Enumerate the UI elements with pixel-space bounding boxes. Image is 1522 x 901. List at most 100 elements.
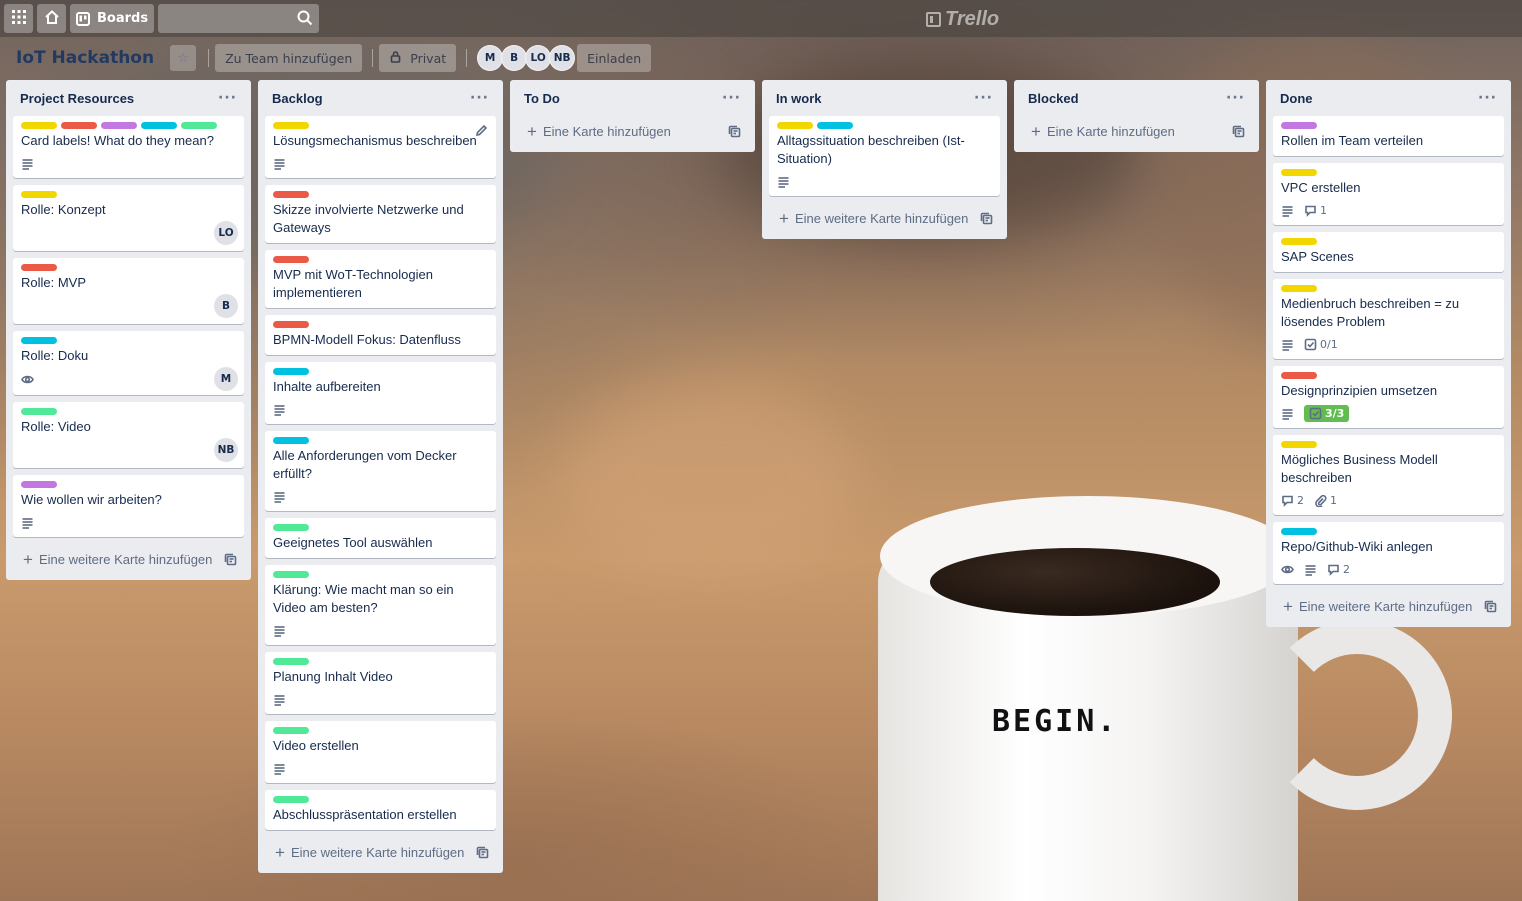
card[interactable]: Medienbruch beschreiben = zu lösendes Pr…: [1273, 279, 1504, 359]
label-red[interactable]: [273, 321, 309, 328]
label-lime[interactable]: [181, 122, 217, 129]
label-sky[interactable]: [817, 122, 853, 129]
add-card-button[interactable]: + Eine Karte hinzufügen: [1021, 116, 1252, 146]
card[interactable]: Planung Inhalt Video: [265, 652, 496, 714]
list-title[interactable]: Done: [1280, 91, 1313, 106]
list-menu-button[interactable]: ···: [1478, 90, 1497, 106]
add-card-button[interactable]: + Eine Karte hinzufügen: [517, 116, 748, 146]
card[interactable]: Rollen im Team verteilen: [1273, 116, 1504, 156]
label-lime[interactable]: [273, 658, 309, 665]
star-button[interactable]: ☆: [170, 45, 197, 71]
card[interactable]: Card labels! What do they mean?: [13, 116, 244, 178]
label-lime[interactable]: [273, 571, 309, 578]
list-title[interactable]: Project Resources: [20, 91, 134, 106]
member-avatar[interactable]: B: [501, 45, 528, 71]
member-avatar[interactable]: NB: [214, 438, 238, 462]
member-avatar[interactable]: M: [477, 45, 504, 71]
card[interactable]: Geeignetes Tool auswählen: [265, 518, 496, 558]
card[interactable]: Skizze involvierte Netzwerke und Gateway…: [265, 185, 496, 243]
card[interactable]: Rolle: MVP B: [13, 258, 244, 324]
label-sky[interactable]: [273, 368, 309, 375]
card[interactable]: Abschlusspräsentation erstellen: [265, 790, 496, 830]
template-icon[interactable]: [224, 553, 237, 566]
label-yellow[interactable]: [21, 122, 57, 129]
card[interactable]: SAP Scenes: [1273, 232, 1504, 272]
label-purple[interactable]: [21, 481, 57, 488]
card[interactable]: Rolle: Konzept LO: [13, 185, 244, 251]
boards-button[interactable]: Boards: [70, 4, 155, 33]
card[interactable]: Mögliches Business Modell beschreiben 2 1: [1273, 435, 1504, 515]
label-purple[interactable]: [1281, 122, 1317, 129]
card[interactable]: Alle Anforderungen vom Decker erfüllt?: [265, 431, 496, 511]
label-red[interactable]: [1281, 372, 1317, 379]
member-avatar[interactable]: M: [214, 367, 238, 391]
trello-logo[interactable]: Trello: [926, 8, 999, 31]
list-title[interactable]: To Do: [524, 91, 560, 106]
label-red[interactable]: [273, 256, 309, 263]
card[interactable]: Klärung: Wie macht man so ein Video am b…: [265, 565, 496, 645]
add-card-button[interactable]: + Eine weitere Karte hinzufügen: [265, 837, 496, 867]
card[interactable]: Alltagssituation beschreiben (Ist-Situat…: [769, 116, 1000, 196]
pencil-icon[interactable]: [475, 124, 488, 137]
label-sky[interactable]: [141, 122, 177, 129]
search-input[interactable]: [158, 4, 320, 33]
card[interactable]: Lösungsmechanismus beschreiben: [265, 116, 496, 178]
label-yellow[interactable]: [1281, 441, 1317, 448]
board-title[interactable]: IoT Hackathon: [16, 48, 154, 68]
label-lime[interactable]: [273, 727, 309, 734]
list-title[interactable]: In work: [776, 91, 822, 106]
label-yellow[interactable]: [777, 122, 813, 129]
card[interactable]: BPMN-Modell Fokus: Datenfluss: [265, 315, 496, 355]
card[interactable]: Repo/Github-Wiki anlegen 2: [1273, 522, 1504, 584]
star-icon: ☆: [177, 50, 189, 66]
label-red[interactable]: [21, 264, 57, 271]
label-lime[interactable]: [273, 524, 309, 531]
label-sky[interactable]: [273, 437, 309, 444]
card[interactable]: Wie wollen wir arbeiten?: [13, 475, 244, 537]
card[interactable]: Rolle: Doku M: [13, 331, 244, 395]
label-red[interactable]: [273, 191, 309, 198]
list-menu-button[interactable]: ···: [218, 90, 237, 106]
list-title[interactable]: Backlog: [272, 91, 323, 106]
add-card-button[interactable]: + Eine weitere Karte hinzufügen: [769, 203, 1000, 233]
card-title: Video erstellen: [273, 738, 359, 753]
template-icon[interactable]: [728, 125, 741, 138]
invite-button[interactable]: Einladen: [577, 44, 652, 72]
card[interactable]: Designprinzipien umsetzen 3/3: [1273, 366, 1504, 428]
label-purple[interactable]: [101, 122, 137, 129]
label-yellow[interactable]: [1281, 285, 1317, 292]
member-avatar[interactable]: LO: [214, 221, 238, 245]
team-button[interactable]: Zu Team hinzufügen: [215, 44, 363, 72]
label-yellow[interactable]: [21, 191, 57, 198]
label-sky[interactable]: [21, 337, 57, 344]
template-icon[interactable]: [1484, 600, 1497, 613]
home-button[interactable]: [37, 4, 66, 33]
apps-button[interactable]: [4, 4, 33, 33]
label-sky[interactable]: [1281, 528, 1317, 535]
card[interactable]: VPC erstellen 1: [1273, 163, 1504, 225]
list-menu-button[interactable]: ···: [1226, 90, 1245, 106]
list-menu-button[interactable]: ···: [470, 90, 489, 106]
card[interactable]: Video erstellen: [265, 721, 496, 783]
label-lime[interactable]: [21, 408, 57, 415]
member-avatar[interactable]: NB: [549, 45, 576, 71]
list-title[interactable]: Blocked: [1028, 91, 1079, 106]
template-icon[interactable]: [1232, 125, 1245, 138]
add-card-button[interactable]: + Eine weitere Karte hinzufügen: [13, 544, 244, 574]
list-menu-button[interactable]: ···: [974, 90, 993, 106]
template-icon[interactable]: [980, 212, 993, 225]
visibility-button[interactable]: Privat: [379, 44, 457, 72]
add-card-button[interactable]: + Eine weitere Karte hinzufügen: [1273, 591, 1504, 621]
card[interactable]: Inhalte aufbereiten: [265, 362, 496, 424]
label-yellow[interactable]: [1281, 238, 1317, 245]
member-avatar[interactable]: LO: [525, 45, 552, 71]
label-red[interactable]: [61, 122, 97, 129]
card[interactable]: MVP mit WoT-Technologien implementieren: [265, 250, 496, 308]
label-lime[interactable]: [273, 796, 309, 803]
label-yellow[interactable]: [1281, 169, 1317, 176]
card[interactable]: Rolle: Video NB: [13, 402, 244, 468]
label-yellow[interactable]: [273, 122, 309, 129]
member-avatar[interactable]: B: [214, 294, 238, 318]
template-icon[interactable]: [476, 846, 489, 859]
list-menu-button[interactable]: ···: [722, 90, 741, 106]
